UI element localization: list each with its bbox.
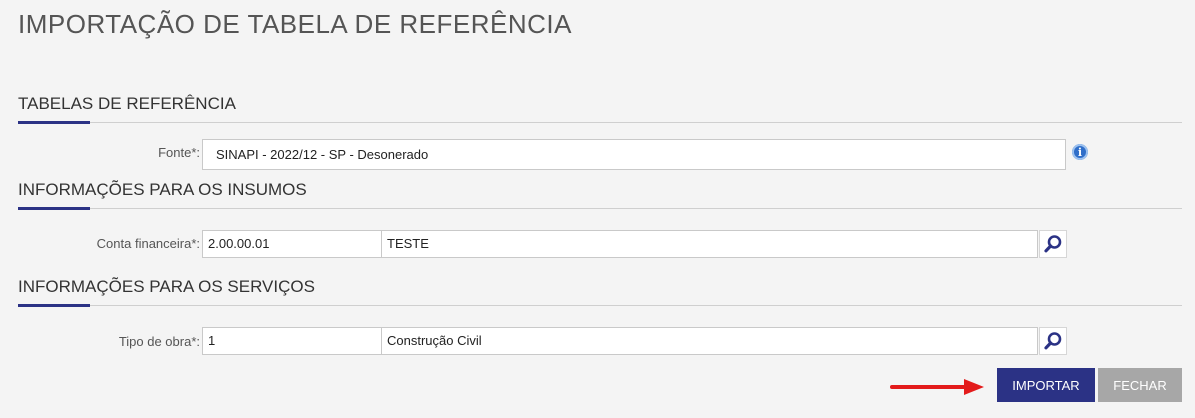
fonte-label: Fonte*: (158, 145, 200, 160)
page-title: IMPORTAÇÃO DE TABELA DE REFERÊNCIA (18, 9, 572, 39)
fonte-select[interactable]: SINAPI - 2022/12 - SP - Desonerado (202, 139, 1066, 170)
section-divider (18, 304, 1182, 307)
tipo-obra-description-input[interactable]: Construção Civil (381, 327, 1038, 355)
section-title: TABELAS DE REFERÊNCIA (18, 94, 236, 113)
conta-financeira-label: Conta financeira*: (96, 236, 200, 251)
import-button[interactable]: IMPORTAR (997, 368, 1095, 402)
section-divider (18, 121, 1182, 124)
tipo-obra-code-input[interactable]: 1 (202, 327, 382, 355)
tipo-obra-label: Tipo de obra*: (118, 334, 200, 349)
conta-financeira-search-button[interactable] (1039, 230, 1067, 258)
conta-financeira-code-input[interactable]: 2.00.00.01 (202, 230, 382, 258)
section-tabelas-referencia: TABELAS DE REFERÊNCIA (18, 94, 1182, 124)
search-icon (1044, 235, 1062, 253)
section-insumos: INFORMAÇÕES PARA OS INSUMOS (18, 180, 1182, 210)
arrow-annotation-icon (890, 379, 984, 395)
section-title: INFORMAÇÕES PARA OS SERVIÇOS (18, 277, 315, 296)
section-title: INFORMAÇÕES PARA OS INSUMOS (18, 180, 307, 199)
tipo-obra-search-button[interactable] (1039, 327, 1067, 355)
search-icon (1044, 332, 1062, 350)
close-button[interactable]: FECHAR (1098, 368, 1182, 402)
info-icon[interactable]: i (1072, 144, 1088, 160)
section-divider (18, 207, 1182, 210)
conta-financeira-description-input[interactable]: TESTE (381, 230, 1038, 258)
section-servicos: INFORMAÇÕES PARA OS SERVIÇOS (18, 277, 1182, 307)
